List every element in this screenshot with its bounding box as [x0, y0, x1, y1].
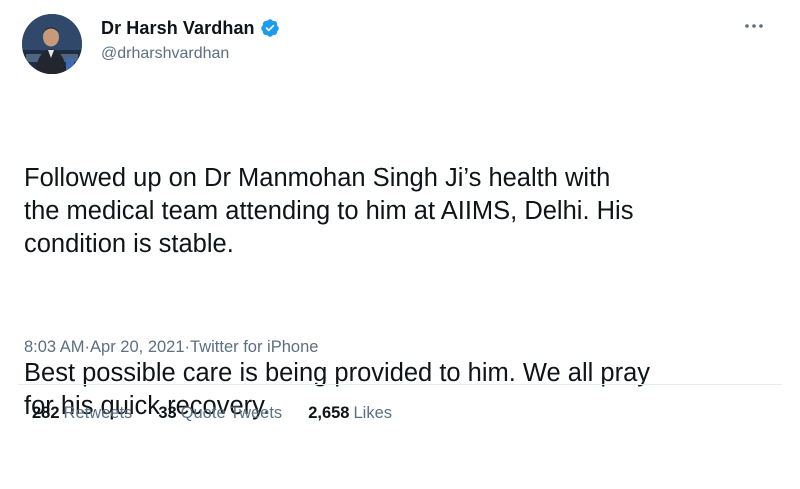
- tweet-card: Dr Harsh Vardhan @drharshvardhan Followe…: [0, 0, 800, 446]
- verified-badge-icon: [260, 18, 280, 38]
- avatar[interactable]: [22, 14, 82, 74]
- tweet-paragraph: Followed up on Dr Manmohan Singh Ji’s he…: [24, 164, 634, 258]
- display-name[interactable]: Dr Harsh Vardhan: [101, 18, 255, 39]
- tweet-source[interactable]: Twitter for iPhone: [190, 338, 318, 357]
- tweet-text: Followed up on Dr Manmohan Singh Ji’s he…: [24, 96, 784, 489]
- likes-stat[interactable]: 2,658 Likes: [308, 404, 392, 423]
- quote-tweets-label: Quote Tweets: [180, 404, 283, 422]
- tweet-meta: 8:03 AM · Apr 20, 2021 · Twitter for iPh…: [24, 338, 318, 357]
- author-info: Dr Harsh Vardhan @drharshvardhan: [101, 16, 280, 63]
- engagement-stats: 282 Retweets 33 Quote Tweets 2,658 Likes: [32, 404, 392, 423]
- retweets-label: Retweets: [63, 404, 133, 422]
- more-options-button[interactable]: [742, 14, 766, 38]
- tweet-date[interactable]: Apr 20, 2021: [90, 338, 185, 357]
- handle[interactable]: @drharshvardhan: [101, 45, 280, 63]
- tweet-time[interactable]: 8:03 AM: [24, 338, 85, 357]
- likes-count: 2,658: [308, 404, 350, 422]
- display-name-row: Dr Harsh Vardhan: [101, 16, 280, 40]
- retweets-count: 282: [32, 404, 60, 422]
- retweets-stat[interactable]: 282 Retweets: [32, 404, 132, 423]
- more-options-icon: [745, 24, 763, 28]
- quote-tweets-stat[interactable]: 33 Quote Tweets: [158, 404, 282, 423]
- quote-tweets-count: 33: [158, 404, 177, 422]
- divider: [18, 384, 782, 385]
- likes-label: Likes: [353, 404, 393, 422]
- avatar-photo: [22, 14, 82, 74]
